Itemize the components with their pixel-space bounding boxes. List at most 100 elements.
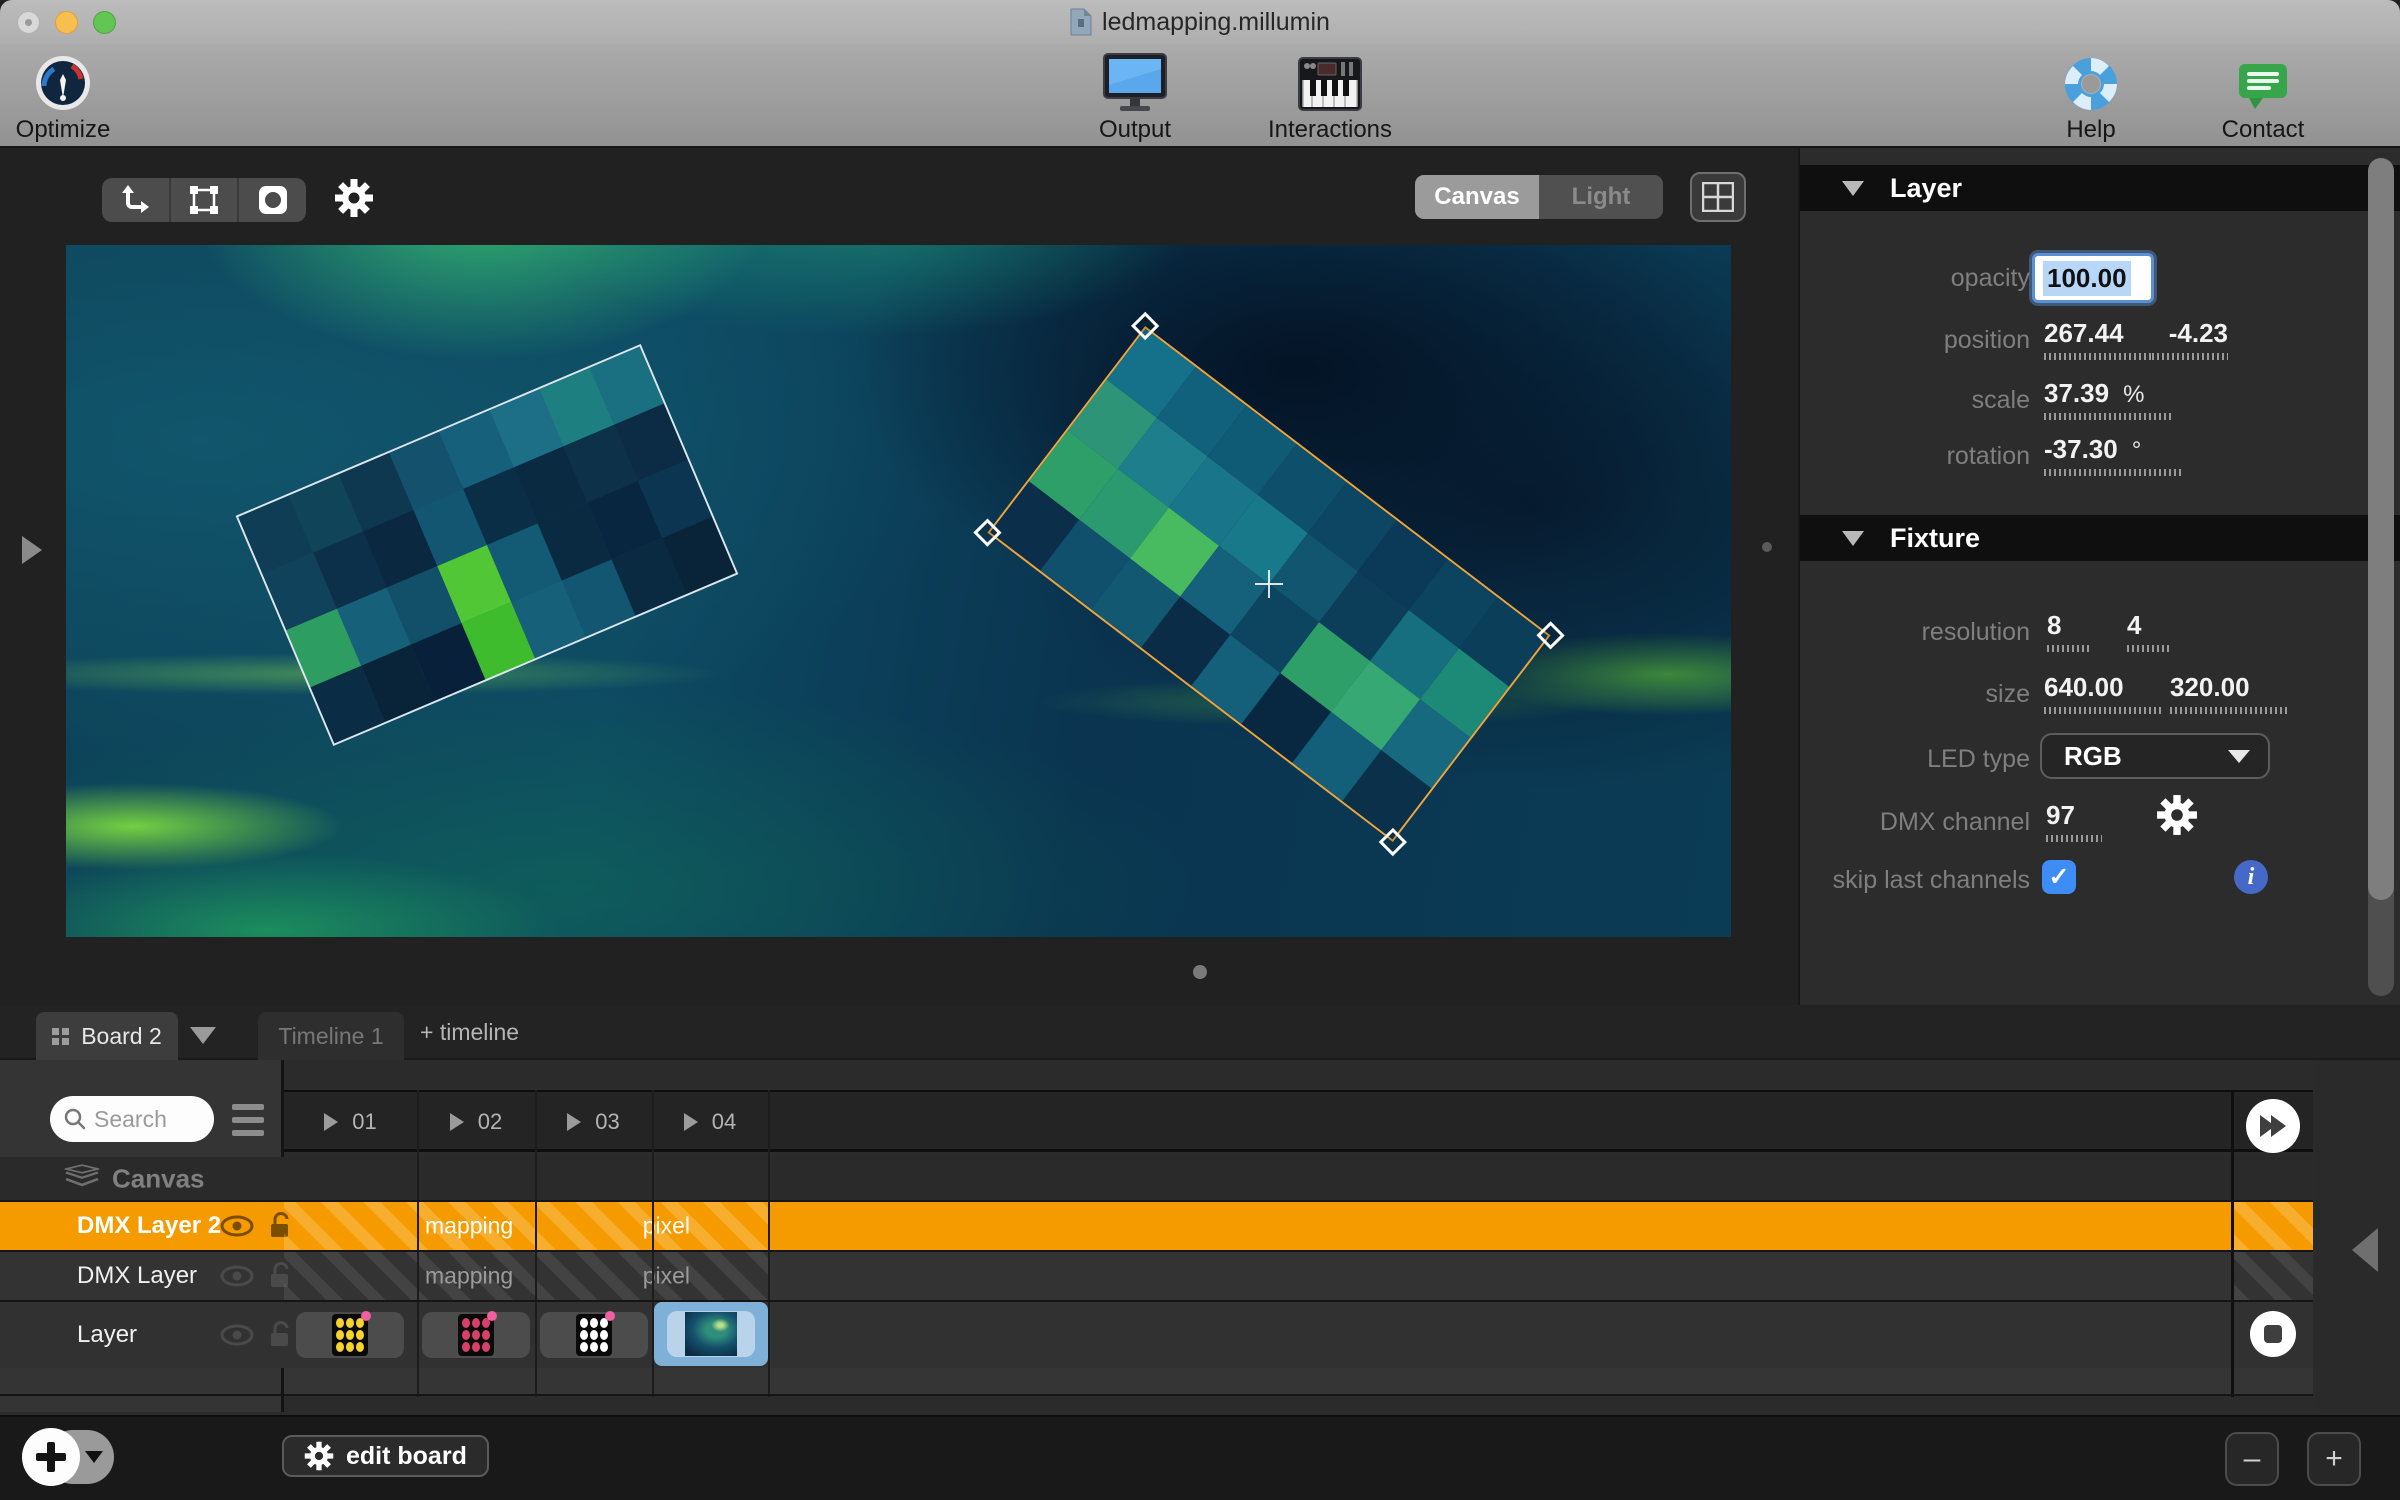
- visibility-eye-icon[interactable]: [220, 1215, 254, 1237]
- opacity-input[interactable]: 100.00: [2032, 253, 2154, 303]
- board-menu-button[interactable]: [232, 1104, 264, 1136]
- corner-handle[interactable]: [1536, 621, 1564, 649]
- mask-tool-button[interactable]: [239, 178, 306, 222]
- workspace-layout-button[interactable]: [1690, 172, 1746, 222]
- add-layer-button[interactable]: [22, 1428, 80, 1486]
- edit-board-button[interactable]: edit board: [282, 1435, 489, 1477]
- layers-stack-icon: [64, 1164, 100, 1194]
- media-cell-dots-white[interactable]: [540, 1312, 648, 1358]
- scale-label: scale: [1800, 386, 2030, 415]
- visibility-eye-icon[interactable]: [220, 1324, 254, 1346]
- position-label: position: [1800, 326, 2030, 355]
- canvas-page-indicator[interactable]: [1193, 965, 1207, 979]
- add-timeline-button[interactable]: + timeline: [420, 1019, 519, 1046]
- media-cell-dots-yellow[interactable]: [296, 1312, 404, 1358]
- resolution-y-field[interactable]: 4: [2127, 610, 2169, 652]
- clip-cells[interactable]: pixel mapping: [284, 1252, 768, 1300]
- fixture-section-header[interactable]: Fixture: [1800, 515, 2400, 561]
- row-divider: [0, 1250, 2313, 1252]
- left-panel-expand-arrow[interactable]: [22, 536, 42, 564]
- skip-last-channels-checkbox[interactable]: [2042, 860, 2076, 894]
- group-row-canvas[interactable]: Canvas: [0, 1157, 2313, 1201]
- canvas-settings-button[interactable]: [330, 174, 378, 222]
- chat-bubble-icon: [2237, 60, 2289, 112]
- layer-row-dmx-layer[interactable]: DMX Layer pixel mapping: [0, 1252, 2313, 1300]
- chevron-down-icon: [85, 1451, 103, 1463]
- resolution-x-field[interactable]: 8: [2047, 610, 2089, 652]
- chevron-down-icon: [2228, 750, 2250, 763]
- board-panel: Board 2 Timeline 1 + timeline 01 02 03 0…: [0, 1005, 2400, 1415]
- optimize-button[interactable]: Optimize: [0, 50, 138, 144]
- led-type-dropdown[interactable]: RGB: [2040, 733, 2270, 779]
- play-column-icon[interactable]: [450, 1113, 464, 1131]
- position-y-field[interactable]: -4.23: [2152, 318, 2228, 360]
- column-header-01[interactable]: 01: [284, 1092, 417, 1152]
- row-divider: [0, 1200, 2313, 1202]
- help-button[interactable]: Help: [2016, 50, 2166, 144]
- layer-row-layer[interactable]: Layer: [0, 1302, 2313, 1368]
- search-input[interactable]: [94, 1106, 194, 1133]
- midi-keyboard-icon: [1298, 54, 1362, 112]
- column-header-04[interactable]: 04: [652, 1092, 768, 1152]
- layer-row-label: Layer: [77, 1321, 137, 1349]
- clip-cell-master[interactable]: [2233, 1252, 2313, 1300]
- dmx-channel-field[interactable]: 97: [2046, 800, 2102, 842]
- light-view-tab[interactable]: Light: [1539, 175, 1663, 219]
- row-divider: [0, 1394, 2313, 1396]
- column-header-02[interactable]: 02: [417, 1092, 535, 1152]
- dmx-layer-2-quad-selected[interactable]: [987, 326, 1550, 842]
- window-title: ledmapping.millumin: [1102, 8, 1330, 37]
- size-width-field[interactable]: 640.00: [2044, 672, 2162, 714]
- clip-word: mapping: [425, 1213, 513, 1240]
- corner-warp-tool-button[interactable]: [171, 178, 240, 222]
- move-tool-button[interactable]: [102, 178, 171, 222]
- add-column-button[interactable]: +: [2307, 1432, 2361, 1486]
- resolution-label: resolution: [1800, 618, 2030, 647]
- lock-open-icon[interactable]: [268, 1321, 292, 1349]
- canvas-tool-segmented-control: [102, 178, 306, 222]
- play-column-icon[interactable]: [567, 1113, 581, 1131]
- dmx-settings-button[interactable]: [2156, 794, 2198, 841]
- opacity-label: opacity: [1800, 264, 2030, 293]
- info-icon[interactable]: i: [2234, 860, 2268, 894]
- canvas-preview[interactable]: [66, 245, 1731, 937]
- dot-grid-thumbnail: [332, 1314, 368, 1356]
- contact-button[interactable]: Contact: [2188, 50, 2338, 144]
- scale-field[interactable]: 37.39%: [2044, 378, 2174, 420]
- dmx-channel-label: DMX channel: [1800, 808, 2030, 837]
- canvas-view-tab[interactable]: Canvas: [1415, 175, 1539, 219]
- remove-column-button[interactable]: –: [2225, 1432, 2279, 1486]
- column-header-03[interactable]: 03: [535, 1092, 652, 1152]
- right-divider-dot[interactable]: [1762, 542, 1772, 552]
- layer-section-header[interactable]: Layer: [1800, 165, 2400, 211]
- play-column-icon[interactable]: [324, 1113, 338, 1131]
- tab-board-2[interactable]: Board 2: [36, 1012, 178, 1060]
- clip-cells[interactable]: pixel mapping: [284, 1202, 768, 1250]
- output-button[interactable]: Output: [1060, 50, 1210, 144]
- media-cell-selected[interactable]: [654, 1302, 768, 1366]
- board-tab-bar: Board 2 Timeline 1 + timeline: [0, 1005, 2400, 1060]
- document-icon: [1070, 8, 1092, 36]
- play-column-icon[interactable]: [684, 1113, 698, 1131]
- search-icon: [64, 1108, 86, 1130]
- interactions-button[interactable]: Interactions: [1255, 50, 1405, 144]
- search-box[interactable]: [50, 1096, 214, 1142]
- board-grid-icon: [52, 1028, 69, 1045]
- media-cell-dots-red[interactable]: [422, 1312, 530, 1358]
- position-x-field[interactable]: 267.44: [2044, 318, 2152, 360]
- rotation-field[interactable]: -37.30°: [2044, 434, 2184, 476]
- stop-button[interactable]: [2250, 1311, 2296, 1357]
- clip-cell-master[interactable]: [2233, 1202, 2313, 1250]
- board-tab-menu-caret[interactable]: [190, 1027, 216, 1044]
- gear-icon: [334, 178, 374, 218]
- visibility-eye-icon[interactable]: [220, 1265, 254, 1287]
- clip-word: pixel: [643, 1263, 690, 1290]
- tab-timeline-1[interactable]: Timeline 1: [258, 1012, 404, 1060]
- layer-row-dmx-layer-2[interactable]: DMX Layer 2 pixel mapping: [0, 1202, 2313, 1250]
- fast-forward-button[interactable]: [2246, 1099, 2300, 1153]
- led-pixel-grid: [238, 347, 735, 744]
- size-height-field[interactable]: 320.00: [2170, 672, 2288, 714]
- collapse-left-arrow[interactable]: [2352, 1228, 2378, 1272]
- panel-scrollbar-thumb[interactable]: [2368, 158, 2394, 900]
- dmx-layer-quad[interactable]: [236, 344, 739, 746]
